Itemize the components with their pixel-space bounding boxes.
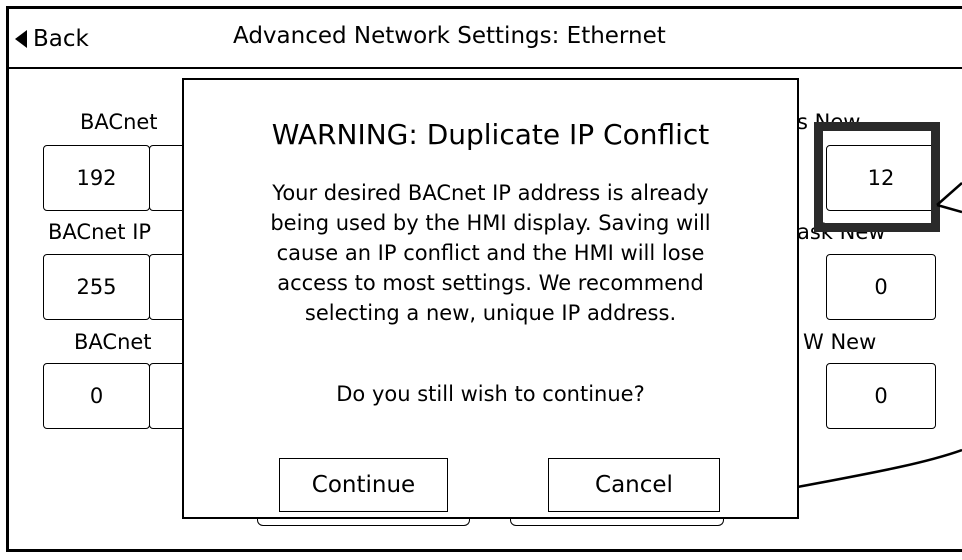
dialog-message-line: being used by the HMI display. Saving wi…: [270, 211, 711, 235]
dialog-message-line: Your desired BACnet IP address is alread…: [272, 181, 709, 205]
dialog-title: WARNING: Duplicate IP Conflict: [271, 118, 710, 151]
dialog-message-line: selecting a new, unique IP address.: [304, 301, 677, 325]
dialog-message: Your desired BACnet IP address is alread…: [184, 178, 797, 328]
callout-curve: [781, 448, 962, 492]
dialog-message-line: access to most settings. We recommend: [277, 271, 704, 295]
cancel-button[interactable]: Cancel: [548, 458, 720, 512]
callout-arrow-icon: [936, 182, 962, 214]
continue-button[interactable]: Continue: [279, 458, 448, 512]
dialog-message-line: cause an IP conflict and the HMI will lo…: [276, 241, 705, 265]
warning-dialog: WARNING: Duplicate IP Conflict Your desi…: [182, 78, 799, 519]
dialog-question: Do you still wish to continue?: [336, 382, 645, 406]
